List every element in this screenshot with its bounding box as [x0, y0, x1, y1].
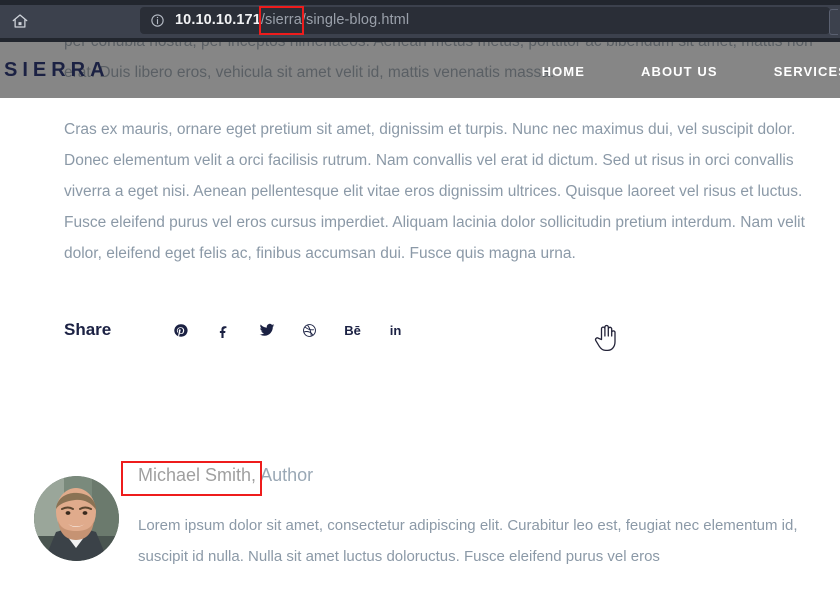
nav-item-about-us[interactable]: ABOUT US	[641, 64, 718, 79]
author-name: Michael Smith,	[138, 465, 257, 485]
url-host: 10.10.10.171	[175, 12, 261, 28]
browser-chrome: 10.10.10.171/sierra/single-blog.html	[0, 0, 840, 42]
share-label: Share	[64, 320, 112, 339]
home-button[interactable]	[6, 7, 34, 35]
nav-item-home[interactable]: HOME	[542, 64, 585, 79]
pointer-hand-cursor	[594, 323, 618, 353]
info-circle-icon[interactable]	[150, 13, 165, 28]
dribbble-icon[interactable]	[288, 320, 331, 340]
nav-item-services[interactable]: SERVICES	[774, 64, 840, 79]
facebook-icon[interactable]	[202, 320, 245, 340]
article-paragraph-main: Cras ex mauris, ornare eget pretium sit …	[64, 121, 805, 262]
behance-icon[interactable]: Bē	[331, 320, 374, 340]
chrome-right-partial-control[interactable]	[829, 9, 838, 35]
url-text: 10.10.10.171/sierra/single-blog.html	[175, 7, 409, 34]
twitter-icon[interactable]	[245, 320, 288, 340]
share-row: Share Bē in	[64, 320, 464, 340]
author-bio: Lorem ipsum dolor sit amet, consectetur …	[138, 517, 798, 565]
site-nav: HOME ABOUT US SERVICES	[542, 64, 840, 79]
author-name-line: Michael Smith, Author	[138, 465, 313, 486]
linkedin-icon[interactable]: in	[374, 320, 417, 340]
author-role: Author	[260, 465, 314, 485]
pinterest-icon[interactable]	[159, 320, 202, 340]
site-header: SIERRA HOME ABOUT US SERVICES	[0, 42, 840, 98]
url-bar[interactable]: 10.10.10.171/sierra/single-blog.html	[140, 7, 830, 34]
url-path-rest: /single-blog.html	[301, 12, 410, 28]
chrome-top-strip	[0, 0, 840, 5]
web-page: per conubia nostra, per inceptos himenae…	[0, 42, 840, 603]
site-logo[interactable]: SIERRA	[4, 59, 110, 82]
avatar	[34, 476, 119, 561]
url-highlighted-segment: /sierra	[260, 12, 302, 28]
home-icon	[11, 12, 29, 30]
